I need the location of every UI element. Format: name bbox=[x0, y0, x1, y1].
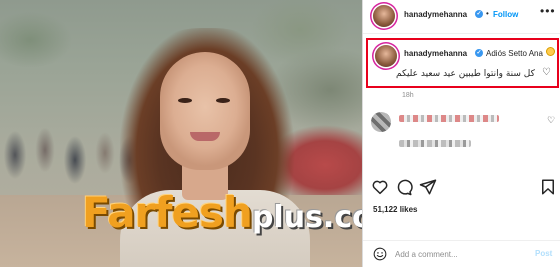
post-photo[interactable]: Farfeshplus.com bbox=[0, 0, 362, 267]
share-paper-plane-icon[interactable] bbox=[419, 178, 437, 196]
follow-button[interactable]: Follow bbox=[493, 10, 518, 19]
person-eye-left bbox=[178, 98, 192, 103]
separator-dot: • bbox=[486, 9, 489, 18]
comment-avatar-pixelated[interactable] bbox=[371, 112, 391, 132]
emoji-picker-icon[interactable] bbox=[373, 247, 387, 261]
post-side-panel: hanadymehanna ✓ • Follow ••• hanadymehan… bbox=[362, 0, 560, 267]
person-face bbox=[160, 52, 250, 170]
watermark-main-text: Farfesh bbox=[82, 188, 253, 237]
comment-like-heart-icon[interactable]: ♡ bbox=[547, 115, 555, 126]
pixelated-comment-text bbox=[399, 115, 499, 122]
caption-username[interactable]: hanadymehanna bbox=[404, 49, 467, 58]
watermark-logo: Farfeshplus.com bbox=[82, 188, 362, 237]
caption-author-avatar[interactable] bbox=[375, 45, 397, 67]
comment-input[interactable] bbox=[395, 247, 525, 261]
caption-inline-text: Adiós Setto Ana bbox=[486, 49, 543, 58]
caption-arabic-text: كل سنة وانتوا طيبين عيد سعيد عليكم bbox=[396, 69, 535, 79]
comment-bubble-icon[interactable] bbox=[395, 178, 413, 196]
add-comment-bar: Post bbox=[363, 240, 560, 267]
caption-highlight-box: hanadymehanna ✓ Adiós Setto Ana كل سنة و… bbox=[366, 38, 559, 88]
more-options-icon[interactable]: ••• bbox=[540, 4, 556, 18]
verified-badge-icon: ✓ bbox=[475, 10, 483, 18]
comment-item bbox=[371, 138, 557, 162]
comment-item: ♡ bbox=[371, 110, 557, 134]
pixelated-comment-text bbox=[399, 140, 471, 147]
post-actions-bar bbox=[363, 178, 560, 200]
person-lips bbox=[190, 132, 220, 141]
post-comment-button[interactable]: Post bbox=[535, 249, 552, 258]
person-eye-right bbox=[216, 98, 230, 103]
caption-timestamp: 18h bbox=[402, 92, 414, 99]
author-username[interactable]: hanadymehanna bbox=[404, 10, 467, 19]
save-bookmark-icon[interactable] bbox=[539, 178, 557, 196]
caption-like-heart-icon[interactable]: ♡ bbox=[542, 67, 551, 78]
likes-count[interactable]: 51,122 likes bbox=[373, 205, 417, 214]
post-header: hanadymehanna ✓ • Follow ••• bbox=[363, 0, 560, 34]
caption-verified-badge-icon: ✓ bbox=[475, 49, 483, 57]
like-heart-icon[interactable] bbox=[371, 178, 389, 196]
watermark-sub-text: plus.com bbox=[251, 200, 362, 235]
smiling-face-emoji-icon bbox=[546, 47, 555, 56]
author-avatar[interactable] bbox=[373, 5, 395, 27]
